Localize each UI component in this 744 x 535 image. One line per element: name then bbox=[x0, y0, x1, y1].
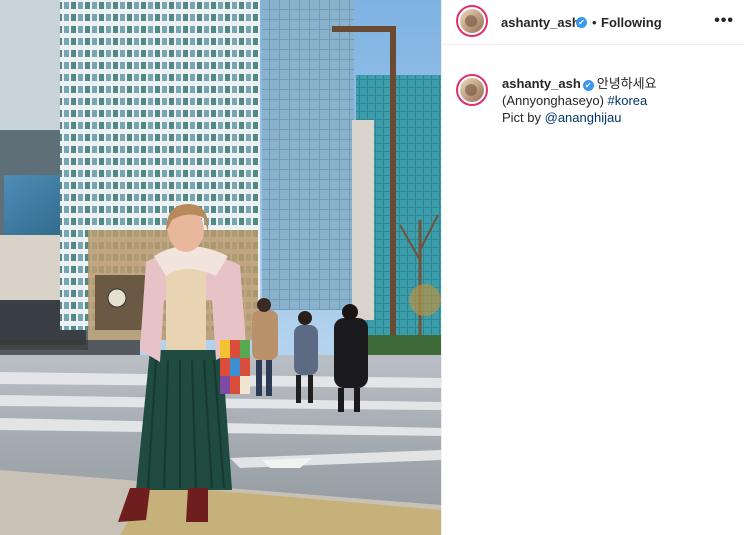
caption-credit-text: Pict by bbox=[502, 110, 545, 125]
verified-icon: ✔ bbox=[582, 80, 594, 91]
post-header: ashanty_ash ✔ • Following ••• bbox=[442, 0, 744, 45]
post-details-panel: ashanty_ash ✔ • Following ••• ashanty_as… bbox=[441, 0, 744, 535]
hashtag-link[interactable]: #korea bbox=[608, 93, 648, 108]
caption-username[interactable]: ashanty_ash bbox=[502, 76, 581, 91]
caption-line-2: (Annyonghaseyo) #korea bbox=[502, 92, 732, 109]
mention-link[interactable]: @ananghijau bbox=[545, 110, 622, 125]
more-options-icon[interactable]: ••• bbox=[714, 13, 734, 29]
street-photo-illustration bbox=[0, 0, 441, 535]
caption-text-romanized: (Annyonghaseyo) bbox=[502, 93, 608, 108]
post-caption: ashanty_ash ✔ 안녕하세요 (Annyonghaseyo) #korea… bbox=[502, 75, 732, 126]
verified-icon: ✔ bbox=[576, 17, 587, 28]
separator-dot: • bbox=[592, 15, 597, 30]
caption-avatar[interactable] bbox=[456, 74, 488, 106]
caption-line-1: ashanty_ash ✔ 안녕하세요 bbox=[502, 75, 732, 92]
post-photo[interactable] bbox=[0, 0, 441, 535]
caption-text-korean: 안녕하세요 bbox=[596, 76, 657, 91]
caption-line-3: Pict by @ananghijau bbox=[502, 109, 732, 126]
header-username[interactable]: ashanty_ash bbox=[501, 15, 580, 30]
profile-avatar[interactable] bbox=[456, 5, 488, 37]
following-button[interactable]: Following bbox=[601, 15, 662, 30]
